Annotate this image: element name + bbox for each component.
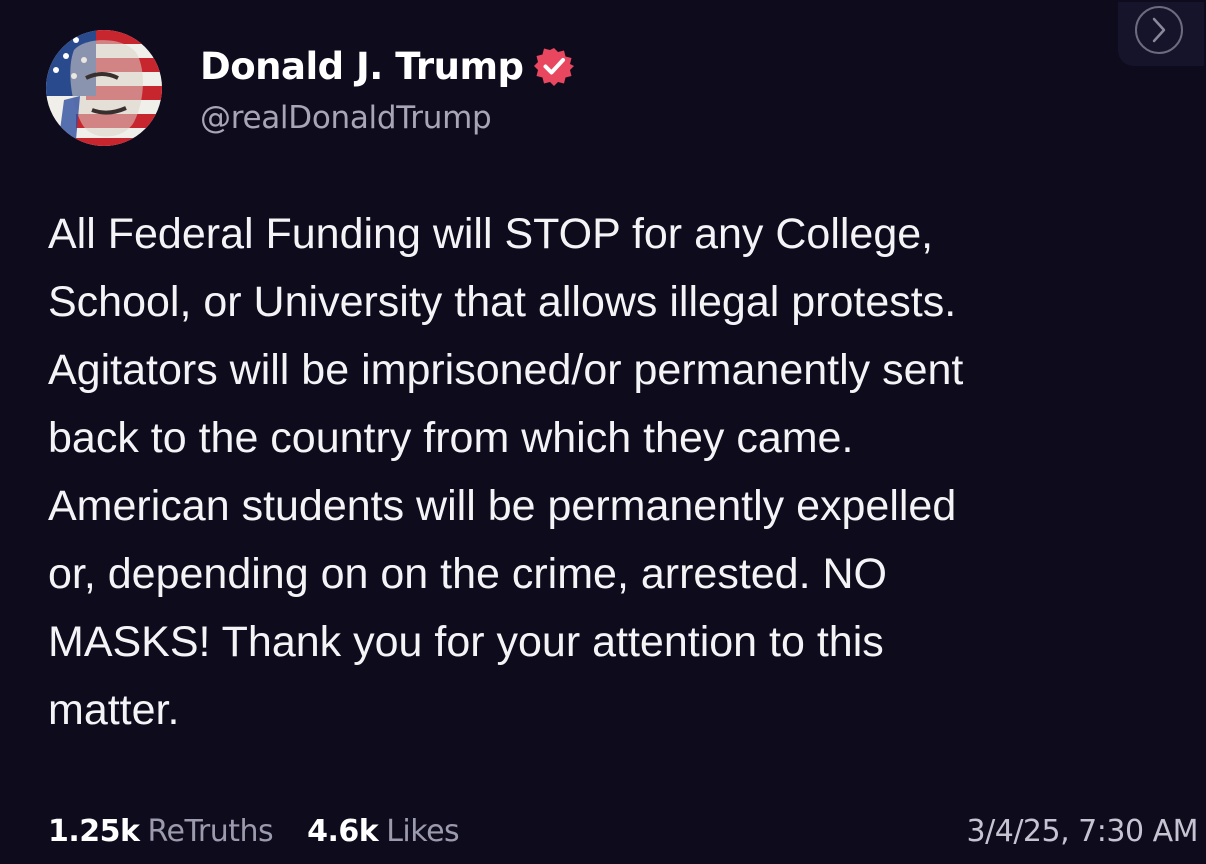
author-handle[interactable]: @realDonaldTrump: [200, 100, 492, 136]
post-line: back to the country from which they came…: [48, 414, 854, 462]
verified-badge-icon: [533, 46, 574, 86]
post-line: American students will be permanently ex…: [48, 482, 957, 530]
likes-stat[interactable]: 4.6k Likes: [307, 813, 460, 849]
chevron-right-icon: [1152, 17, 1166, 43]
likes-count: 4.6k: [307, 813, 379, 849]
post-line: matter.: [48, 686, 180, 734]
likes-label: Likes: [386, 813, 460, 849]
avatar[interactable]: [46, 30, 162, 146]
author-display-name[interactable]: Donald J. Trump: [200, 45, 524, 88]
author-name-row: Donald J. Trump: [200, 40, 574, 92]
post-line: or, depending on on the crime, arrested.…: [48, 550, 887, 598]
post-line: Agitators will be imprisoned/or permanen…: [48, 346, 964, 394]
retruths-label: ReTruths: [147, 813, 274, 849]
post-line: MASKS! Thank you for your attention to t…: [48, 618, 884, 666]
next-post-button[interactable]: [1118, 2, 1204, 66]
post-card: Donald J. Trump @realDonaldTrump All Fed…: [0, 0, 1206, 864]
post-body: All Federal Funding will STOP for any Co…: [48, 200, 1198, 744]
post-footer: 1.25k ReTruths 4.6k Likes 3/4/25, 7:30 A…: [48, 806, 1199, 856]
post-line: School, or University that allows illega…: [48, 278, 957, 326]
retruths-stat[interactable]: 1.25k ReTruths: [48, 813, 274, 849]
post-timestamp[interactable]: 3/4/25, 7:30 AM: [967, 814, 1199, 849]
post-line: All Federal Funding will STOP for any Co…: [48, 210, 934, 258]
retruths-count: 1.25k: [48, 813, 140, 849]
avatar-image: [46, 30, 162, 146]
